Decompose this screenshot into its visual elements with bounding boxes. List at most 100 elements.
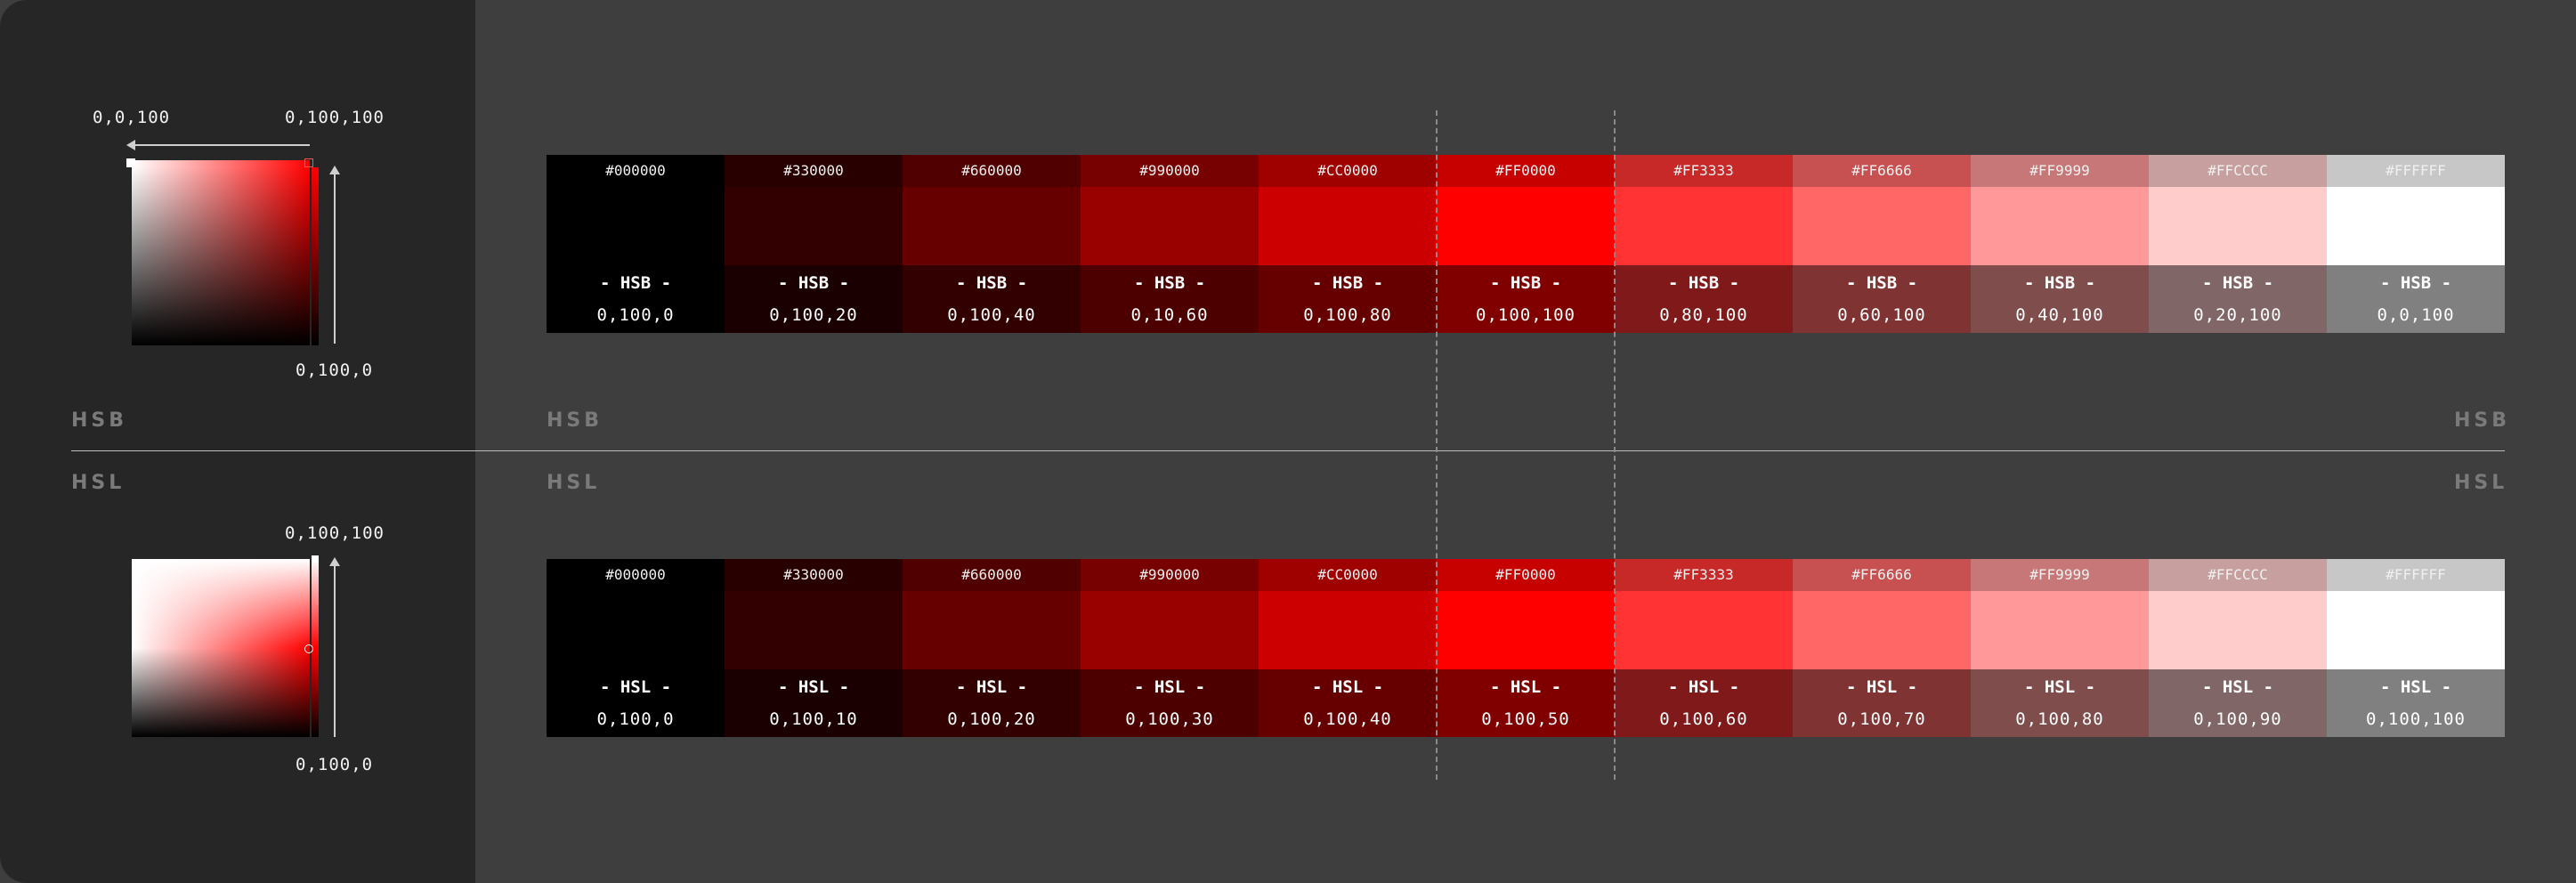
swatch-color xyxy=(1971,187,2149,265)
swatch-cell[interactable]: #FFCCCC - HSL -0,100,90 xyxy=(2149,559,2327,737)
swatch-hex-label: #FF0000 xyxy=(1437,559,1615,591)
swatch-mode-label: - HSB - xyxy=(1793,265,1971,301)
swatch-hex-label: #660000 xyxy=(903,559,1081,591)
swatch-hex-label: #FF0000 xyxy=(1437,155,1615,187)
swatch-hex-label: #CC0000 xyxy=(1259,155,1437,187)
hsb-left-label: HSB xyxy=(71,409,128,432)
hsl-color-picker[interactable] xyxy=(132,559,310,737)
hsb-right-label: HSB xyxy=(2454,409,2511,432)
swatch-cell[interactable]: #330000 - HSB -0,100,20 xyxy=(725,155,903,333)
hsb-saturation-end-handle[interactable] xyxy=(304,158,313,167)
swatch-cell[interactable]: #FF0000 - HSL -0,100,50 xyxy=(1437,559,1615,737)
swatch-hex-label: #990000 xyxy=(1081,155,1259,187)
swatch-cell[interactable]: #000000 - HSB -0,100,0 xyxy=(547,155,725,333)
swatch-cell[interactable]: #FF9999 - HSB -0,40,100 xyxy=(1971,155,2149,333)
section-divider xyxy=(71,450,2505,451)
arrow-up-icon xyxy=(329,557,340,566)
swatch-mode-label: - HSL - xyxy=(1793,669,1971,705)
swatch-hex-label: #FF9999 xyxy=(1971,559,2149,591)
swatch-cell[interactable]: #330000 - HSL -0,100,10 xyxy=(725,559,903,737)
swatch-hex-label: #FFFFFF xyxy=(2327,559,2505,591)
swatch-value-label: 0,10,60 xyxy=(1081,301,1259,333)
swatch-hex-label: #FFFFFF xyxy=(2327,155,2505,187)
swatch-cell[interactable]: #FF6666 - HSL -0,100,70 xyxy=(1793,559,1971,737)
swatch-color xyxy=(1615,187,1793,265)
swatch-value-label: 0,100,100 xyxy=(1437,301,1615,333)
swatch-color xyxy=(547,591,725,669)
swatch-mode-label: - HSL - xyxy=(1971,669,2149,705)
swatch-cell[interactable]: #990000 - HSB -0,10,60 xyxy=(1081,155,1259,333)
swatch-color xyxy=(1437,187,1615,265)
hsl-picker-top-right-label: 0,100,100 xyxy=(285,523,385,543)
swatch-mode-label: - HSL - xyxy=(1259,669,1437,705)
swatch-color xyxy=(1615,591,1793,669)
hsb-picker-top-left-label: 0,0,100 xyxy=(93,108,171,127)
swatch-hex-label: #FF6666 xyxy=(1793,155,1971,187)
swatch-mode-label: - HSB - xyxy=(2327,265,2505,301)
swatch-value-label: 0,100,40 xyxy=(903,301,1081,333)
swatch-color xyxy=(2327,591,2505,669)
hsl-strip-label: HSL xyxy=(547,472,601,494)
swatch-cell[interactable]: #FFFFFF - HSB -0,0,100 xyxy=(2327,155,2505,333)
swatch-hex-label: #FFCCCC xyxy=(2149,559,2327,591)
swatch-mode-label: - HSB - xyxy=(725,265,903,301)
hsb-saturation-handle[interactable] xyxy=(126,158,135,167)
swatch-color xyxy=(903,187,1081,265)
swatch-hex-label: #660000 xyxy=(903,155,1081,187)
hsl-right-label: HSL xyxy=(2454,472,2508,494)
swatch-hex-label: #FF9999 xyxy=(1971,155,2149,187)
swatch-cell[interactable]: #CC0000 - HSL -0,100,40 xyxy=(1259,559,1437,737)
swatch-value-label: 0,100,80 xyxy=(1259,301,1437,333)
arrow-left-icon xyxy=(126,140,135,150)
swatch-cell[interactable]: #FF3333 - HSB -0,80,100 xyxy=(1615,155,1793,333)
swatch-cell[interactable]: #FF0000 - HSB -0,100,100 xyxy=(1437,155,1615,333)
swatch-mode-label: - HSB - xyxy=(1437,265,1615,301)
hsl-lightness-handle[interactable] xyxy=(312,555,319,563)
swatch-cell[interactable]: #FFFFFF - HSL -0,100,100 xyxy=(2327,559,2505,737)
hsl-vertical-arrow xyxy=(334,563,336,737)
swatch-color xyxy=(725,591,903,669)
swatch-hex-label: #990000 xyxy=(1081,559,1259,591)
swatch-cell[interactable]: #660000 - HSL -0,100,20 xyxy=(903,559,1081,737)
swatch-cell[interactable]: #990000 - HSL -0,100,30 xyxy=(1081,559,1259,737)
swatch-value-label: 0,100,90 xyxy=(2149,705,2327,737)
swatch-hex-label: #000000 xyxy=(547,559,725,591)
swatch-value-label: 0,100,10 xyxy=(725,705,903,737)
swatch-value-label: 0,20,100 xyxy=(2149,301,2327,333)
swatch-mode-label: - HSB - xyxy=(1081,265,1259,301)
swatch-cell[interactable]: #000000 - HSL -0,100,0 xyxy=(547,559,725,737)
swatch-hex-label: #CC0000 xyxy=(1259,559,1437,591)
canvas: 0,0,100 0,100,100 0,100,0 HSB HSB HSB HS… xyxy=(0,0,2576,883)
swatch-value-label: 0,0,100 xyxy=(2327,301,2505,333)
swatch-cell[interactable]: #CC0000 - HSB -0,100,80 xyxy=(1259,155,1437,333)
guide-line xyxy=(1614,110,1616,780)
hsl-picker-bottom-right-label: 0,100,0 xyxy=(296,755,374,774)
swatch-mode-label: - HSB - xyxy=(903,265,1081,301)
swatch-mode-label: - HSB - xyxy=(547,265,725,301)
swatch-mode-label: - HSL - xyxy=(1081,669,1259,705)
swatch-value-label: 0,100,60 xyxy=(1615,705,1793,737)
hsl-swatch-strip: #000000- HSL -0,100,0 #330000- HSL -0,100… xyxy=(547,559,2505,737)
hsb-color-picker[interactable] xyxy=(132,167,310,345)
swatch-cell[interactable]: #660000 - HSB -0,100,40 xyxy=(903,155,1081,333)
swatch-hex-label: #000000 xyxy=(547,155,725,187)
swatch-cell[interactable]: #FF6666 - HSB -0,60,100 xyxy=(1793,155,1971,333)
swatch-color xyxy=(903,591,1081,669)
swatch-value-label: 0,100,50 xyxy=(1437,705,1615,737)
swatch-color xyxy=(1081,187,1259,265)
swatch-color xyxy=(1081,591,1259,669)
hsb-vertical-arrow xyxy=(334,171,336,344)
swatch-mode-label: - HSB - xyxy=(1615,265,1793,301)
swatch-cell[interactable]: #FF9999 - HSL -0,100,80 xyxy=(1971,559,2149,737)
hsl-picker-point-handle[interactable] xyxy=(304,644,313,653)
swatch-cell[interactable]: #FF3333 - HSL -0,100,60 xyxy=(1615,559,1793,737)
swatch-color xyxy=(2149,591,2327,669)
hsb-brightness-bar[interactable] xyxy=(312,167,319,345)
guide-line xyxy=(1436,110,1438,780)
hsb-saturation-bar[interactable] xyxy=(132,160,310,167)
hsb-swatch-strip: #000000- HSB -0,100,0 #330000- HSB -0,100… xyxy=(547,155,2505,333)
hsl-left-label: HSL xyxy=(71,472,126,494)
hsb-picker-bottom-right-label: 0,100,0 xyxy=(296,360,374,380)
swatch-hex-label: #330000 xyxy=(725,559,903,591)
swatch-cell[interactable]: #FFCCCC - HSB -0,20,100 xyxy=(2149,155,2327,333)
